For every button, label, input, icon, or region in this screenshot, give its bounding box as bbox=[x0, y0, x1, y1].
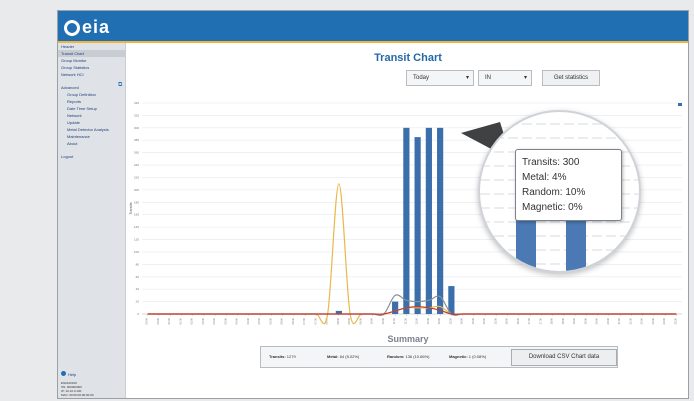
tooltip-random: Random: 10% bbox=[522, 187, 586, 198]
tooltip-magnetic: Magnetic: 0% bbox=[522, 202, 583, 213]
tooltip-transits: Transits: 300 bbox=[522, 157, 580, 168]
tooltip-metal: Metal: 4% bbox=[522, 172, 567, 183]
chart-tooltip: Transits: 300 Metal: 4% Random: 10% Magn… bbox=[515, 149, 622, 221]
